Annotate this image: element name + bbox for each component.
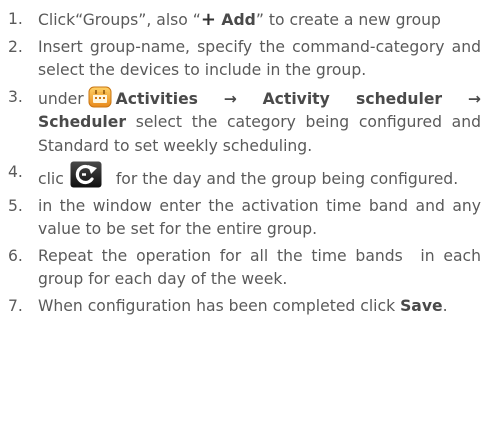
step-4: 4. clic for the day and the group being …: [8, 161, 481, 192]
step-text: When configuration has been completed cl…: [38, 295, 481, 319]
step-3: 3. under Activities → Activity scheduler…: [8, 86, 481, 159]
step-text: Insert group-name, specify the command-c…: [38, 37, 481, 80]
activities-label: Activities: [115, 89, 198, 108]
step-1: 1. Click“Groups”, also “+ Add” to create…: [8, 8, 481, 33]
instructions-document: 1. Click“Groups”, also “+ Add” to create…: [0, 0, 489, 430]
step-text-part: When configuration has been completed cl…: [38, 296, 401, 315]
add-label: Add: [215, 11, 256, 29]
step-text-part: under: [38, 89, 84, 108]
step-7: 7. When configuration has been completed…: [8, 295, 481, 319]
step-text-part: ” to create a new group: [255, 11, 441, 29]
step-number: 7.: [8, 296, 23, 315]
step-text-part: for the day and the group being configur…: [115, 170, 459, 188]
refresh-icon: [70, 161, 102, 188]
save-label: Save: [400, 296, 443, 315]
activities-icon: [88, 86, 112, 108]
step-number: 1.: [8, 10, 23, 28]
step-text: in the window enter the activation time …: [38, 196, 481, 239]
scheduler-label: Scheduler: [38, 113, 127, 131]
step-text: Repeat the operation for all the time ba…: [38, 246, 486, 289]
step-text: clic for the day and the group being con…: [38, 161, 481, 192]
step-text: Click“Groups”, also “+ Add” to create a …: [38, 8, 481, 33]
step-number: 6.: [8, 246, 23, 265]
step-2: 2. Insert group-name, specify the comman…: [8, 36, 481, 83]
step-text-part: clic: [38, 170, 64, 188]
plus-icon: +: [200, 9, 216, 30]
step-number: 3.: [8, 87, 23, 106]
step-text: under Activities → Activity scheduler → …: [38, 86, 481, 159]
arrow-right-icon: →: [467, 89, 481, 108]
step-text-part: ”, also “: [138, 11, 201, 29]
groups-label: Groups: [82, 11, 139, 29]
step-number: 4.: [8, 163, 23, 181]
step-5: 5. in the window enter the activation ti…: [8, 195, 481, 242]
step-text-part: .: [442, 296, 448, 315]
steps-list: 1. Click“Groups”, also “+ Add” to create…: [8, 8, 481, 318]
arrow-right-icon: →: [223, 89, 237, 108]
step-6: 6. Repeat the operation for all the time…: [8, 245, 481, 292]
step-text-part: Click“: [38, 11, 83, 29]
activity-scheduler-label: Activity scheduler: [262, 89, 443, 108]
step-number: 2.: [8, 37, 23, 56]
step-number: 5.: [8, 196, 23, 215]
